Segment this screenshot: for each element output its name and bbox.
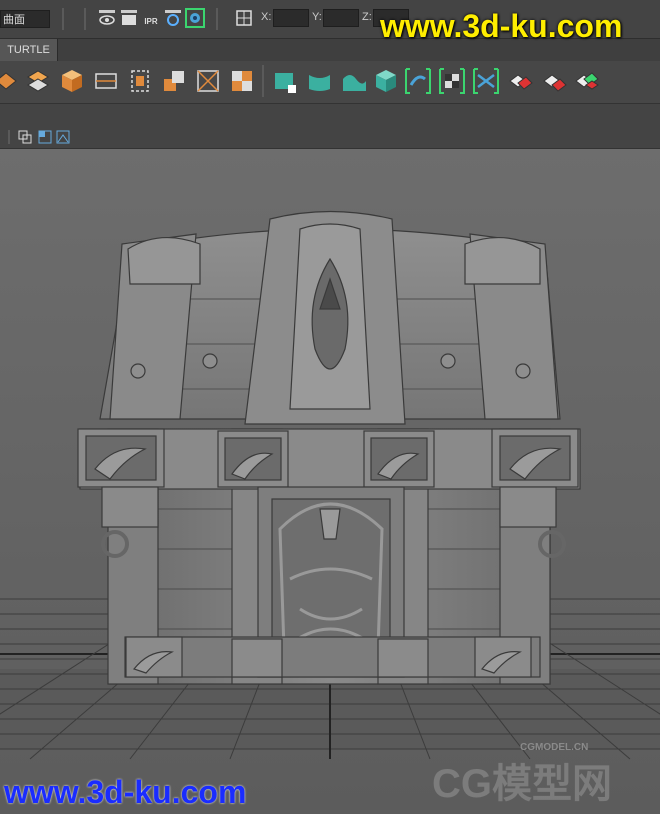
square-cross-icon[interactable] (194, 67, 222, 95)
checker-squares-icon[interactable] (228, 67, 256, 95)
hypershade-icon[interactable] (185, 8, 205, 28)
treasure-chest-model (77, 210, 581, 685)
toolbar-separator (216, 8, 218, 30)
eye-icon[interactable] (97, 8, 117, 28)
cgmodel-watermark: CG模型网 (432, 762, 612, 806)
green-bracket-checker-icon[interactable] (438, 67, 466, 95)
scene-render (0, 149, 660, 814)
ipr-render-icon[interactable]: IPR (141, 8, 161, 28)
green-surface-icon[interactable] (272, 67, 300, 95)
render-clapboard-icon[interactable] (119, 8, 139, 28)
green-tiles-icon[interactable] (572, 67, 600, 95)
green-cube-icon[interactable] (372, 67, 400, 95)
green-bracket-curve-icon[interactable] (404, 67, 432, 95)
bounding-box-icon[interactable] (92, 67, 120, 95)
top-url-watermark: www.3d-ku.com (380, 8, 623, 44)
toolbar-separator (62, 8, 64, 30)
panel-toolbar (0, 126, 660, 149)
cube-orange-icon[interactable] (58, 67, 86, 95)
diamond-grid-icon[interactable] (24, 67, 52, 95)
red-tiles-2-icon[interactable] (540, 67, 568, 95)
copy-icon[interactable] (18, 130, 32, 144)
z-coord-label: Z: (362, 11, 372, 23)
x-coord-input[interactable] (273, 9, 309, 27)
mode-select[interactable]: 曲面 (0, 10, 50, 28)
render-settings-icon[interactable] (163, 8, 183, 28)
panel-separator (8, 130, 10, 144)
shelf-separator (262, 65, 264, 97)
toolbar-separator (84, 8, 86, 30)
green-wave-icon[interactable] (340, 67, 368, 95)
red-tiles-icon[interactable] (506, 67, 534, 95)
green-curve-icon[interactable] (306, 67, 334, 95)
green-bracket-cross-icon[interactable] (472, 67, 500, 95)
snap-target-icon[interactable] (234, 8, 254, 28)
plane-quad-icon[interactable] (0, 67, 20, 95)
panel-strip (0, 104, 660, 126)
viewport-3d[interactable]: CGMODEL.CN CG模型网 (0, 149, 660, 814)
split-cube-icon[interactable] (160, 67, 188, 95)
image-plane-icon[interactable] (56, 130, 70, 144)
frame-box-icon[interactable] (126, 67, 154, 95)
tab-turtle[interactable]: TURTLE (0, 39, 58, 61)
layout-icon[interactable] (38, 130, 52, 144)
y-coord-input[interactable] (323, 9, 359, 27)
shelf-toolbar (0, 61, 660, 104)
x-coord-label: X: (261, 11, 272, 23)
bottom-url-watermark: www.3d-ku.com (4, 774, 247, 810)
y-coord-label: Y: (312, 11, 322, 23)
